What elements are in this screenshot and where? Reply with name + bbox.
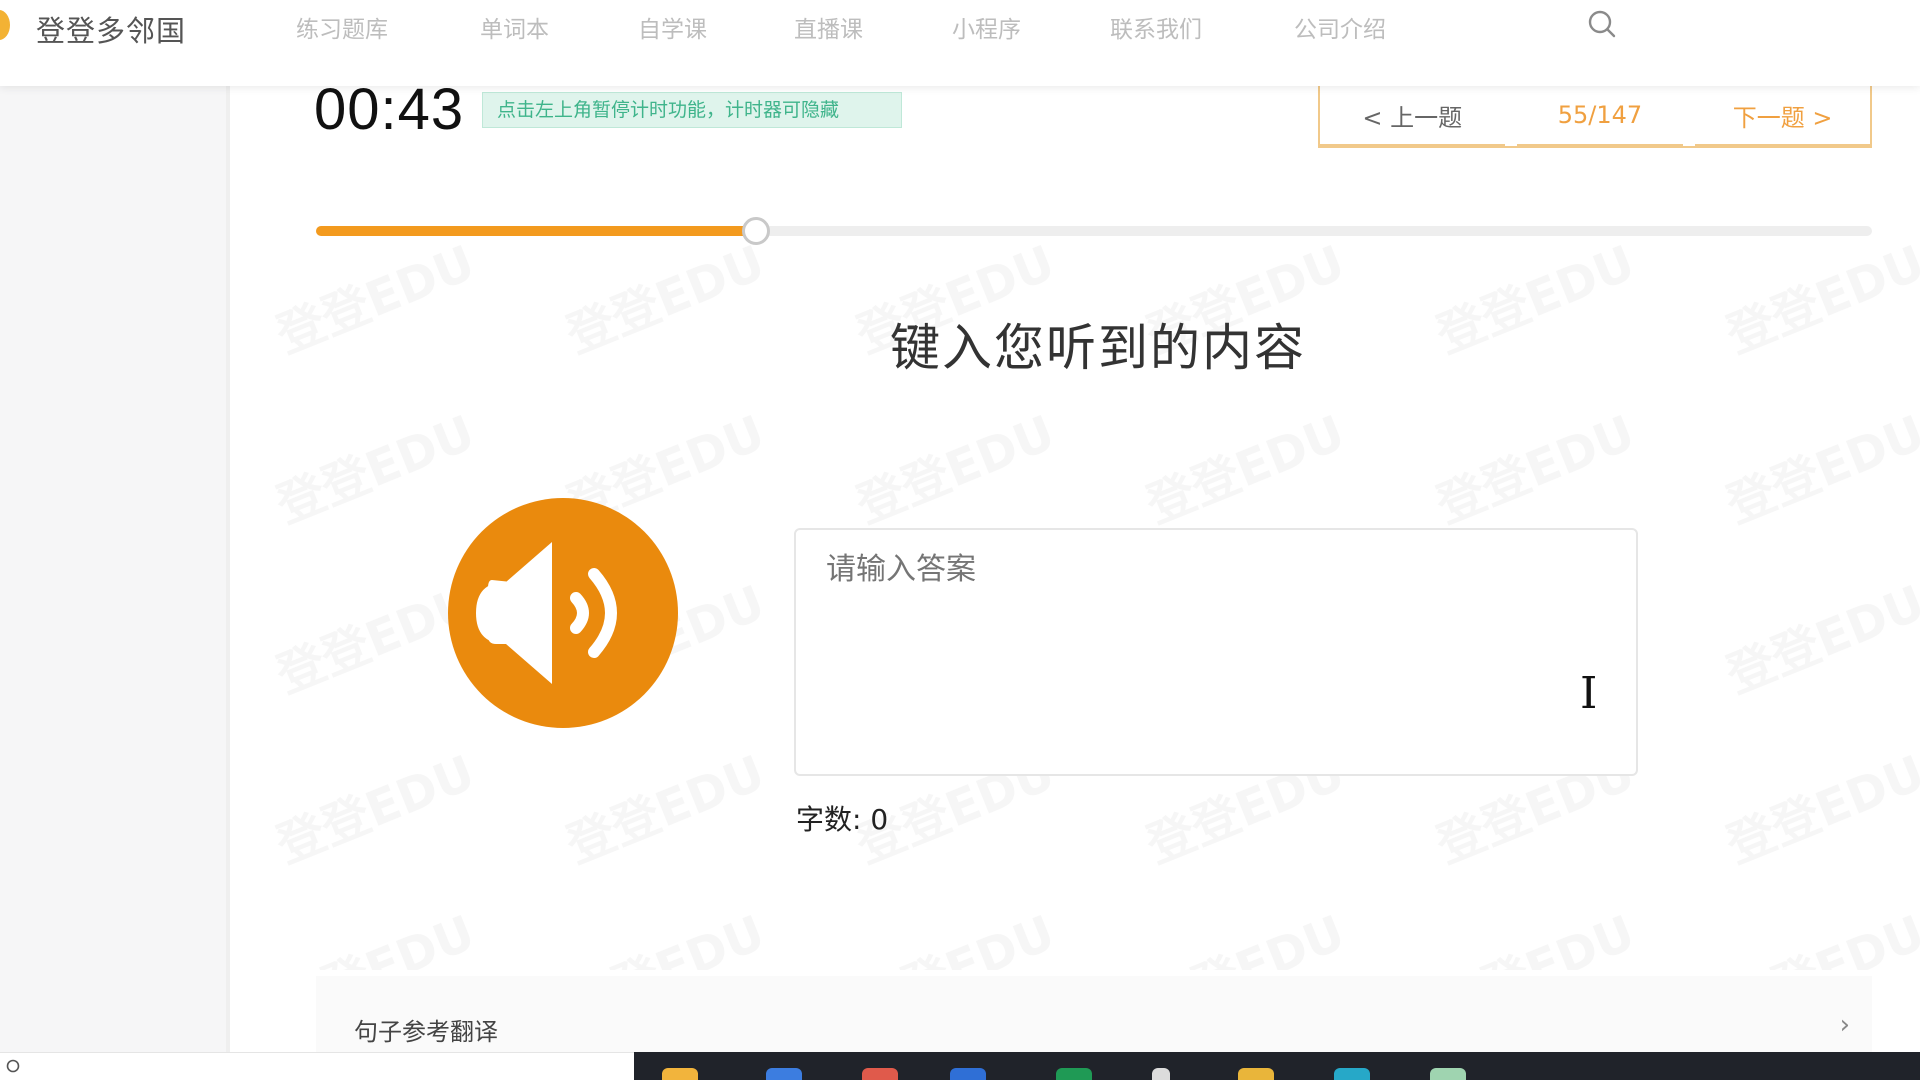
taskbar-folder-icon[interactable] bbox=[1238, 1068, 1274, 1080]
nav-item-live-class[interactable]: 直播课 bbox=[794, 10, 863, 44]
chevron-right-icon: › bbox=[1839, 1010, 1850, 1040]
os-taskbar bbox=[634, 1052, 1920, 1080]
top-nav: 登登多邻国 练习题库 单词本 自学课 直播课 小程序 联系我们 公司介绍 bbox=[0, 0, 1920, 86]
prev-question-button[interactable]: < 上一题 bbox=[1320, 86, 1505, 146]
watermark-mark: 登登EDU bbox=[1714, 894, 1920, 970]
taskbar-app-icon[interactable] bbox=[1430, 1068, 1466, 1080]
nav-item-practice-bank[interactable]: 练习题库 bbox=[296, 10, 388, 44]
answer-textarea[interactable] bbox=[794, 528, 1638, 776]
left-sidebar bbox=[0, 86, 228, 1052]
watermark-mark: 登登EDU bbox=[844, 894, 1063, 970]
next-question-button[interactable]: 下一题 > bbox=[1695, 86, 1870, 146]
nav-item-mini-program[interactable]: 小程序 bbox=[952, 10, 1021, 44]
countdown-timer: 00:43 bbox=[314, 77, 465, 142]
nav-item-vocabulary[interactable]: 单词本 bbox=[480, 10, 549, 44]
browser-status-strip bbox=[0, 1052, 634, 1080]
watermark-mark: 登登EDU bbox=[554, 734, 773, 877]
logo-icon bbox=[0, 10, 10, 40]
taskbar-app-icon[interactable] bbox=[1152, 1068, 1170, 1080]
watermark-mark: 登登EDU bbox=[1134, 894, 1353, 970]
watermark-mark: 登登EDU bbox=[844, 394, 1063, 537]
watermark-mark: 登登EDU bbox=[264, 734, 483, 877]
watermark-mark: 登登EDU bbox=[1714, 734, 1920, 877]
taskbar-app-icon[interactable] bbox=[1334, 1068, 1370, 1080]
watermark-mark: 登登EDU bbox=[554, 894, 773, 970]
watermark-mark: 登登EDU bbox=[1424, 894, 1643, 970]
reference-translation-label: 句子参考翻译 bbox=[354, 1018, 498, 1046]
progress-track[interactable] bbox=[316, 217, 1872, 245]
prompt-title: 键入您听到的内容 bbox=[890, 319, 1306, 377]
watermark-mark: 登登EDU bbox=[1714, 394, 1920, 537]
watermark-mark: 登登EDU bbox=[1714, 564, 1920, 707]
progress-knob[interactable] bbox=[742, 217, 771, 245]
question-counter: 55/147 bbox=[1516, 86, 1684, 146]
nav-item-about[interactable]: 公司介绍 bbox=[1294, 10, 1386, 44]
nav-item-self-study[interactable]: 自学课 bbox=[638, 10, 707, 44]
brand-name[interactable]: 登登多邻国 bbox=[36, 8, 186, 50]
progress-fill bbox=[316, 226, 757, 236]
taskbar-app-icon[interactable] bbox=[662, 1068, 698, 1080]
timer-hint-banner: 点击左上角暂停计时功能，计时器可隐藏 bbox=[482, 92, 902, 128]
search-icon[interactable] bbox=[1588, 10, 1616, 38]
nav-item-contact[interactable]: 联系我们 bbox=[1110, 10, 1202, 44]
character-count: 字数: 0 bbox=[796, 803, 889, 836]
watermark-mark: 登登EDU bbox=[264, 894, 483, 970]
taskbar-app-icon[interactable] bbox=[766, 1068, 802, 1080]
taskbar-app-icon[interactable] bbox=[862, 1068, 898, 1080]
taskbar-app-icon[interactable] bbox=[1056, 1068, 1092, 1080]
play-audio-button[interactable] bbox=[448, 498, 678, 728]
speaker-icon bbox=[476, 530, 617, 696]
text-cursor-icon: I bbox=[1580, 668, 1598, 719]
watermark-mark: 登登EDU bbox=[1424, 394, 1643, 537]
taskbar-app-icon[interactable] bbox=[950, 1068, 986, 1080]
search-small-icon bbox=[6, 1059, 20, 1073]
watermark-mark: 登登EDU bbox=[1134, 394, 1353, 537]
reference-translation-toggle[interactable]: 句子参考翻译 › bbox=[316, 976, 1872, 1052]
sidebar-divider bbox=[226, 86, 230, 1052]
question-pager: < 上一题 55/147 下一题 > bbox=[1318, 86, 1872, 148]
